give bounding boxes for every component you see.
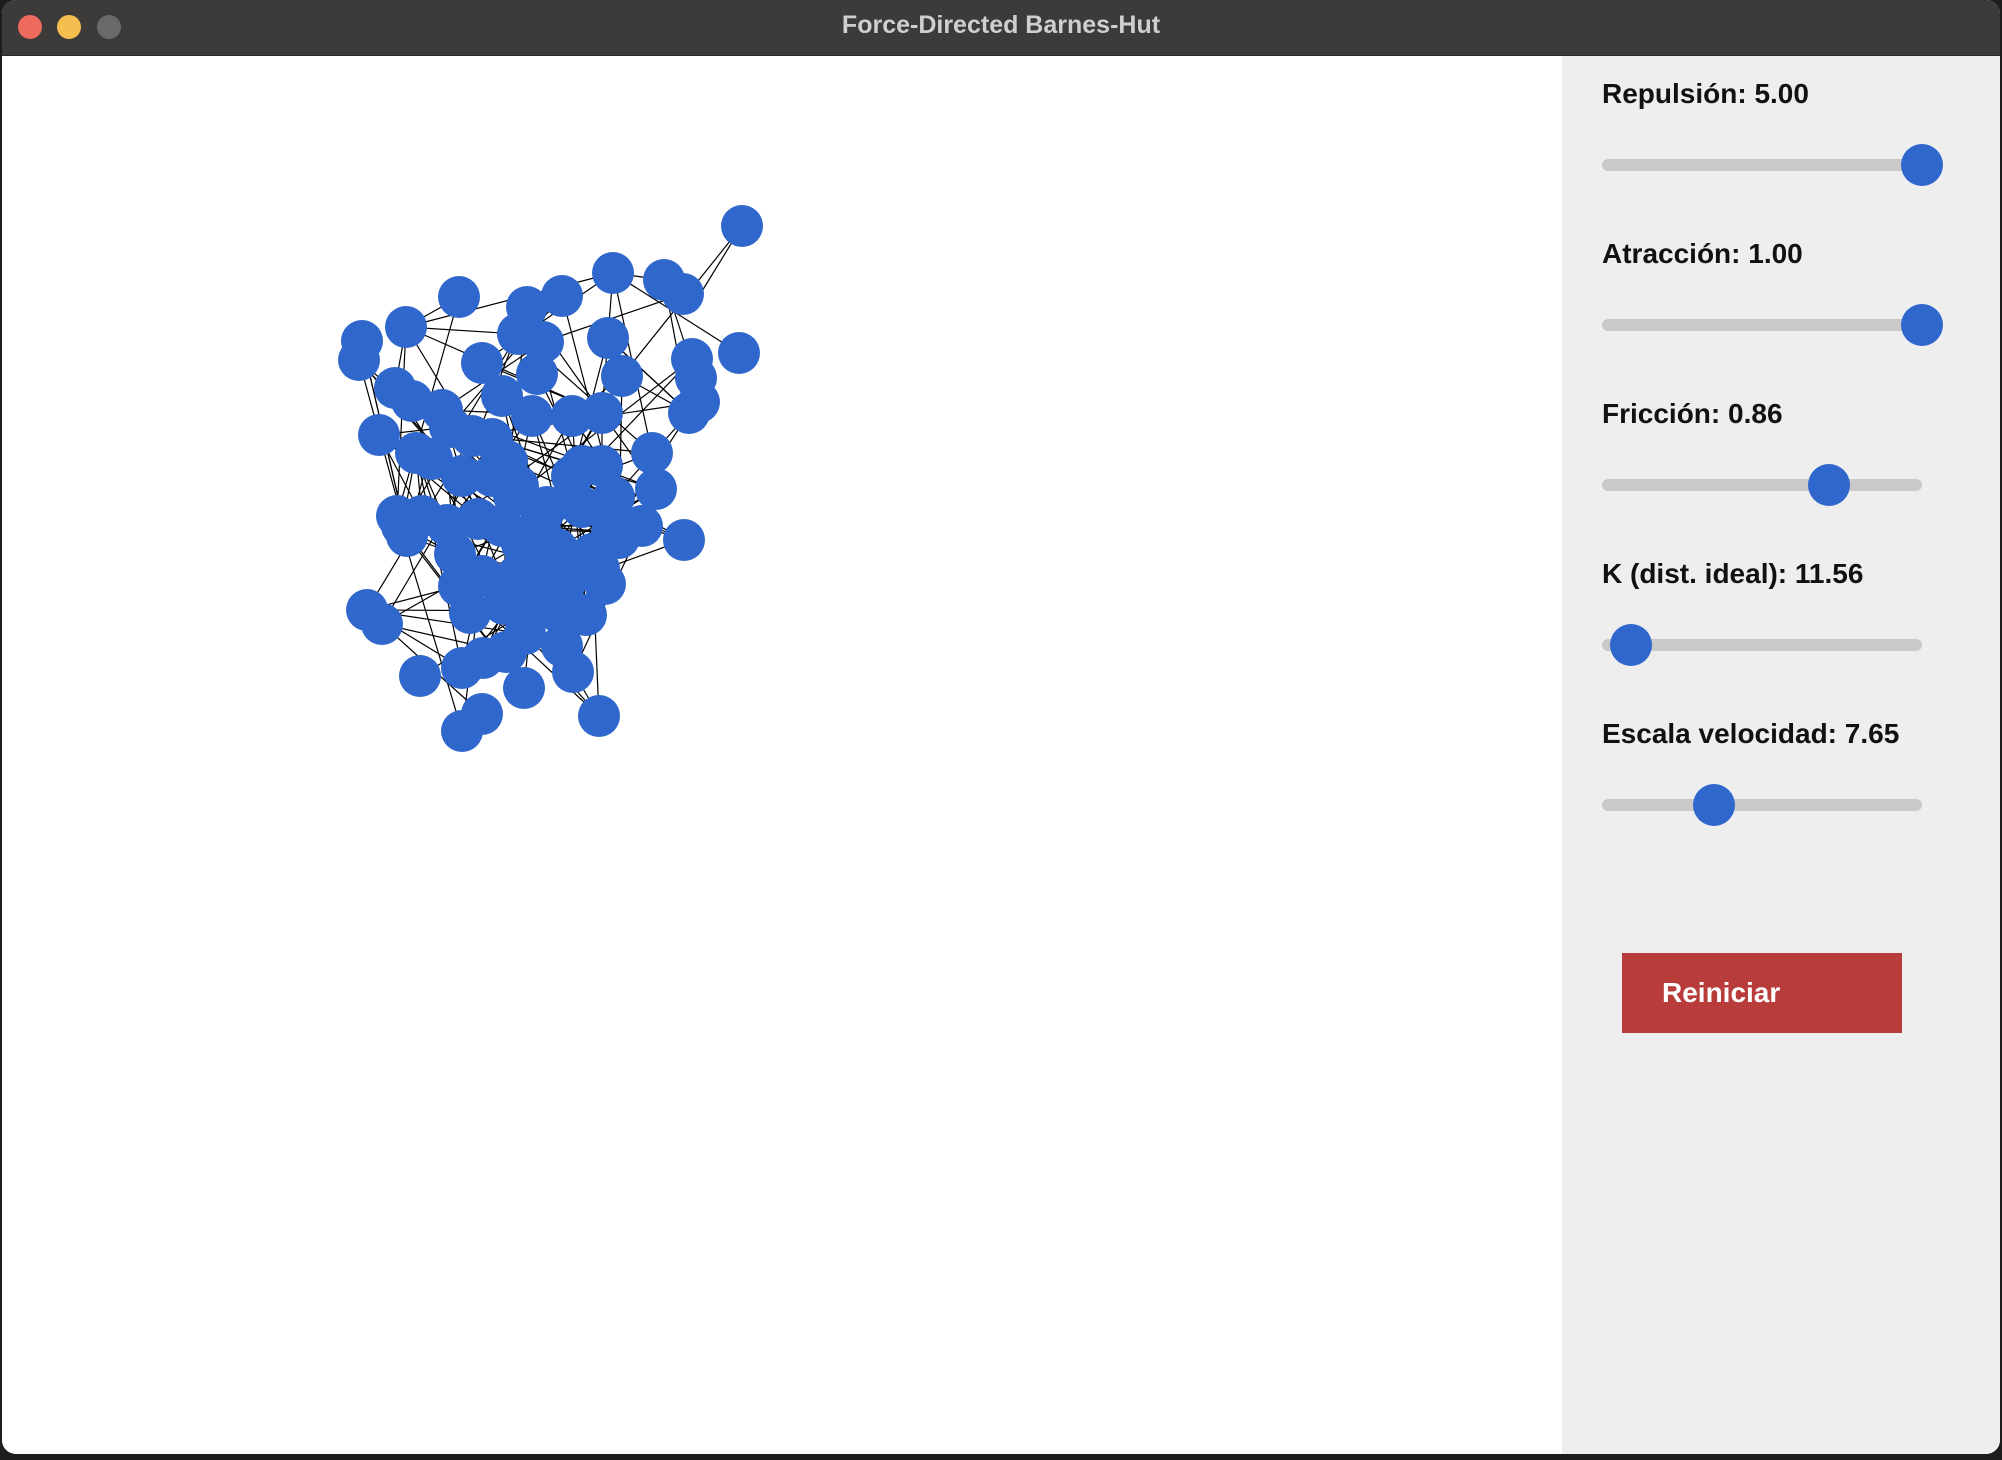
graph-node[interactable]	[678, 381, 720, 423]
graph-node[interactable]	[718, 332, 760, 374]
graph-node[interactable]	[601, 355, 643, 397]
ideal-distance-label: K (dist. ideal): 11.56	[1602, 558, 1864, 589]
graph-canvas[interactable]	[2, 56, 1562, 1454]
graph-node[interactable]	[462, 637, 504, 679]
friction-slider-thumb[interactable]	[1808, 464, 1851, 506]
friction-label: Fricción: 0.86	[1602, 398, 1783, 429]
ideal-distance-slider-thumb[interactable]	[1609, 624, 1652, 666]
graph-node[interactable]	[581, 392, 623, 434]
graph-node[interactable]	[461, 693, 503, 735]
graph-node[interactable]	[592, 252, 634, 294]
graph-node[interactable]	[721, 205, 763, 247]
window-title: Force-Directed Barnes-Hut	[841, 11, 1161, 39]
repulsion-slider-thumb[interactable]	[1901, 144, 1943, 186]
graph-node[interactable]	[451, 415, 493, 457]
ideal-distance-slider[interactable]	[1602, 624, 1922, 666]
graph-node[interactable]	[663, 519, 705, 561]
graph-node[interactable]	[516, 353, 558, 395]
graph-node[interactable]	[536, 590, 578, 632]
attraction-label: Atracción: 1.00	[1602, 238, 1803, 269]
attraction-slider[interactable]	[1602, 304, 1943, 346]
velocity-scale-slider-thumb[interactable]	[1693, 784, 1735, 826]
graph-node[interactable]	[552, 651, 594, 693]
graph-node[interactable]	[598, 517, 640, 559]
graph-node[interactable]	[503, 667, 545, 709]
graph-node[interactable]	[438, 276, 480, 318]
graph-node[interactable]	[338, 339, 380, 381]
graph-node[interactable]	[584, 563, 626, 605]
graph-node[interactable]	[631, 432, 673, 474]
reset-button[interactable]: Reiniciar	[1622, 953, 1902, 1033]
graph-node[interactable]	[561, 445, 603, 487]
graph-node[interactable]	[541, 275, 583, 317]
graph-node[interactable]	[481, 375, 523, 417]
graph-node[interactable]	[358, 414, 400, 456]
graph-node[interactable]	[385, 306, 427, 348]
graph-node[interactable]	[486, 440, 528, 482]
title-bar: Force-Directed Barnes-Hut	[2, 0, 2000, 56]
repulsion-label: Repulsión: 5.00	[1602, 78, 1809, 109]
app-window: Force-Directed Barnes-Hut Repulsión: 5.0…	[2, 0, 2000, 1454]
control-panel: Repulsión: 5.00 Atracción: 1.00 Fricción…	[1562, 56, 2000, 1454]
graph-node[interactable]	[411, 438, 453, 480]
graph-node[interactable]	[587, 317, 629, 359]
graph-node[interactable]	[461, 555, 503, 597]
friction-slider[interactable]	[1602, 464, 1922, 506]
velocity-scale-label: Escala velocidad: 7.65	[1602, 718, 1900, 749]
graph-node[interactable]	[399, 655, 441, 697]
repulsion-slider[interactable]	[1602, 144, 1943, 186]
attraction-slider-thumb[interactable]	[1901, 304, 1943, 346]
graph-svg[interactable]	[2, 56, 1562, 1454]
graph-node[interactable]	[457, 498, 499, 540]
velocity-scale-slider[interactable]	[1602, 784, 1922, 826]
graph-node[interactable]	[578, 695, 620, 737]
graph-node[interactable]	[635, 468, 677, 510]
graph-node[interactable]	[662, 273, 704, 315]
graph-node[interactable]	[361, 603, 403, 645]
